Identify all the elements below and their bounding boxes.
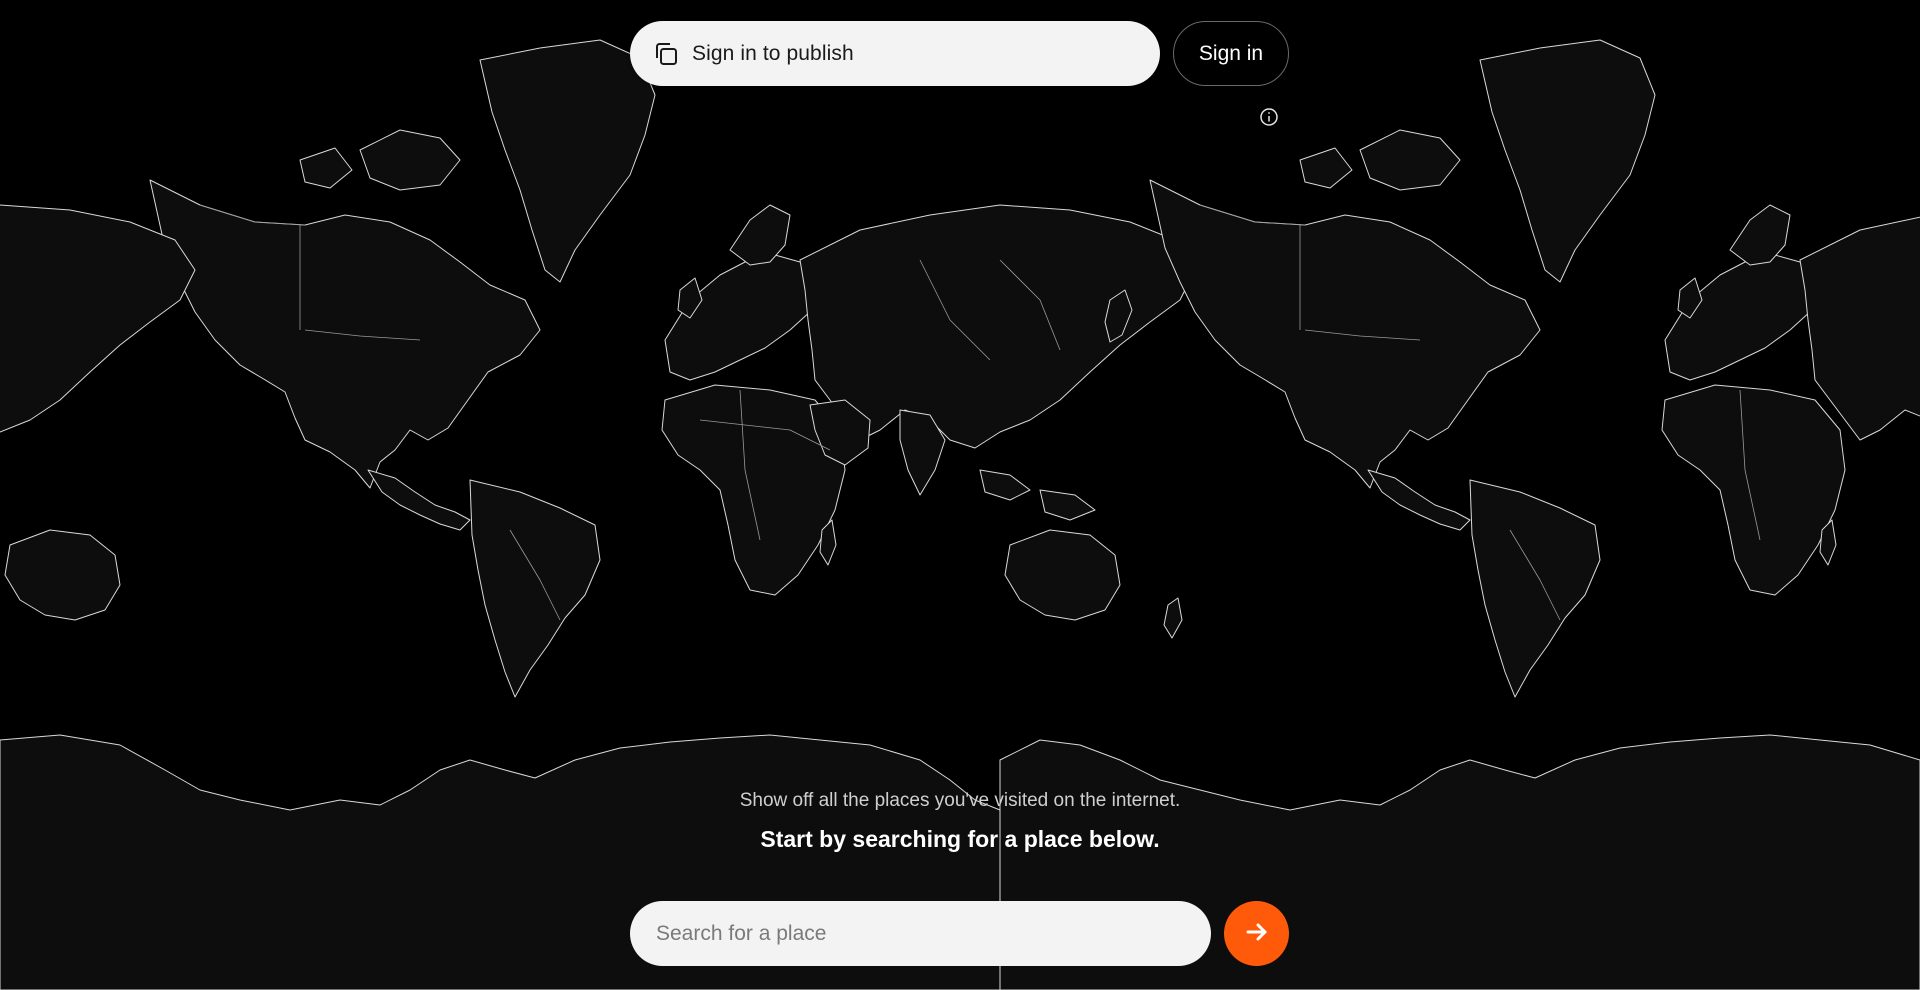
arrow-right-icon (1243, 918, 1271, 949)
intro-subtitle: Show off all the places you've visited o… (739, 790, 1181, 811)
sign-in-to-publish-button[interactable]: Sign in to publish (630, 21, 1160, 86)
copy-icon (652, 40, 680, 68)
info-icon[interactable] (1259, 107, 1279, 127)
sign-in-to-publish-label: Sign in to publish (692, 41, 854, 65)
search-submit-button[interactable] (1224, 901, 1289, 966)
intro-title: Start by searching for a place below. (760, 826, 1160, 852)
search-bar (630, 901, 1211, 966)
search-input[interactable] (654, 920, 1187, 947)
world-map-copy-far-left (0, 204, 196, 621)
app-root: Sign in to publish Sign in Show off all … (0, 0, 1920, 990)
sign-in-button[interactable]: Sign in (1173, 21, 1289, 86)
